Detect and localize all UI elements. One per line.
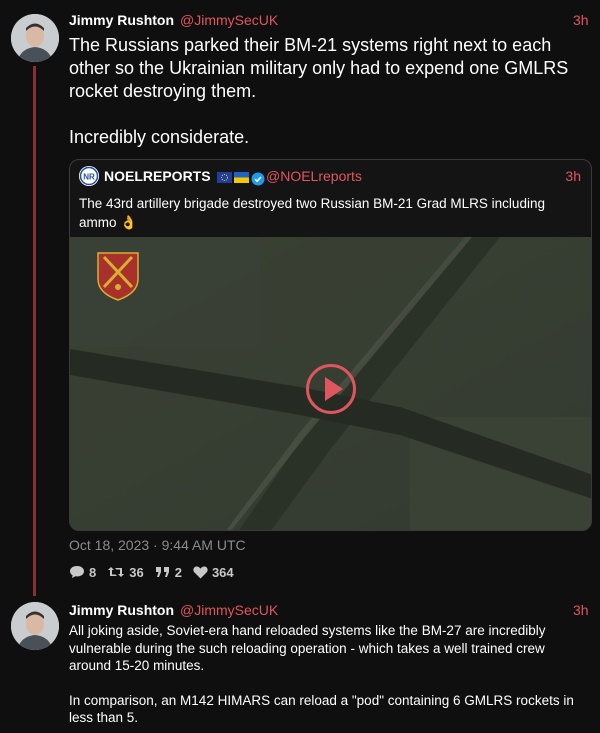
quote-count: 2 [174,564,182,580]
eu-flag-icon [217,172,233,183]
author-name[interactable]: Jimmy Rushton [69,12,174,28]
avatar[interactable] [11,14,59,62]
play-icon[interactable] [305,363,357,415]
tweet-main: Jimmy Rushton @JimmySecUK 3h The Russian… [0,0,600,600]
flag-icons [217,172,265,186]
svg-text:NR: NR [83,173,95,182]
quoted-author-name-text: NOELREPORTS [104,168,211,184]
like-stat[interactable]: 364 [193,564,234,580]
quoted-author-name[interactable]: NOELREPORTS [104,168,265,186]
heart-icon [193,565,208,578]
tweet-text: All joking aside, Soviet-era hand reload… [69,622,589,727]
avatar[interactable] [11,602,59,650]
noelreports-avatar[interactable]: NR [79,166,99,186]
tweet-time[interactable]: 3h [573,602,589,618]
author-handle[interactable]: @JimmySecUK [180,602,278,618]
quoted-tweet-time[interactable]: 3h [565,168,581,184]
tweet-text-line: The Russians parked their BM-21 systems … [69,35,552,55]
comment-icon [70,566,84,578]
tweet-text: The Russians parked their BM-21 systems … [69,34,579,149]
retweet-stat[interactable]: 36 [107,564,144,580]
tweet-paragraph: All joking aside, Soviet-era hand reload… [69,623,546,673]
verified-badge-icon [251,172,265,186]
tweet-stats: 8 36 2 364 [69,564,234,580]
quoted-tweet-text: The 43rd artillery brigade destroyed two… [79,196,545,230]
author-handle[interactable]: @JimmySecUK [180,12,278,28]
quote-icon [155,567,169,577]
tweet-reply: Jimmy Rushton @JimmySecUK 3h All joking … [0,598,600,733]
tweet-text-line: rocket destroying them. [69,81,257,101]
retweet-count: 36 [129,564,144,580]
tweet-text-line: other so the Ukrainian military only had… [69,58,569,78]
tweet-text-line: Incredibly considerate. [69,127,250,147]
reply-count: 8 [89,564,97,580]
quote-stat[interactable]: 2 [155,564,182,580]
ukraine-flag-icon [234,172,250,183]
thread-line [33,66,36,596]
author-name[interactable]: Jimmy Rushton [69,602,174,618]
quoted-tweet[interactable]: NR NOELREPORTS @NOELreports 3h The 43rd … [69,159,592,531]
tweet-time[interactable]: 3h [573,12,589,28]
reply-stat[interactable]: 8 [69,564,96,580]
retweet-icon [108,567,125,577]
tweet-paragraph: In comparison, an M142 HIMARS can reload… [69,692,574,726]
quoted-author-handle[interactable]: @NOELreports [266,168,362,184]
like-count: 364 [211,564,234,580]
video-player[interactable] [70,237,591,530]
tweet-date[interactable]: Oct 18, 2023 · 9:44 AM UTC [69,537,246,553]
brigade-emblem [97,252,139,301]
